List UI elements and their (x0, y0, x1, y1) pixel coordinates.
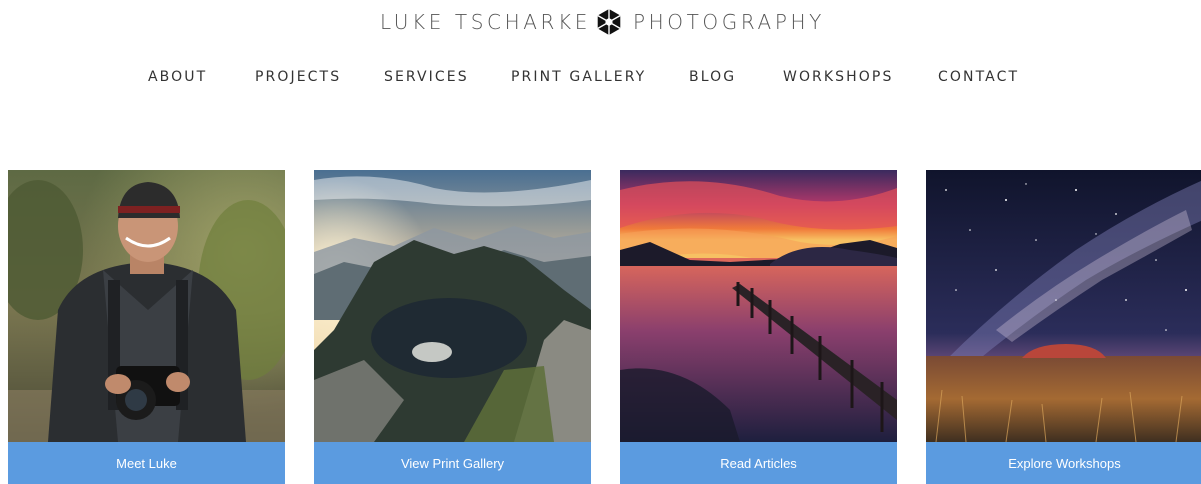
nav-item-contact[interactable]: CONTACT (938, 66, 1019, 88)
card-meet-luke: Meet Luke (8, 170, 285, 484)
nav-item-projects[interactable]: PROJECTS (255, 66, 341, 88)
mountain-lake-photo (314, 170, 591, 442)
card-read-articles: Read Articles (620, 170, 897, 484)
explore-workshops-button[interactable]: Explore Workshops (926, 442, 1201, 484)
site-logo[interactable]: LUKE TSCHARKE PHOTOGRAPHY (380, 6, 840, 38)
read-articles-button[interactable]: Read Articles (620, 442, 897, 484)
card-print-gallery: View Print Gallery (314, 170, 591, 484)
nav-item-about[interactable]: ABOUT (148, 66, 207, 88)
main-nav: ABOUT PROJECTS SERVICES PRINT GALLERY BL… (0, 66, 1201, 90)
milky-way-image[interactable] (926, 170, 1201, 442)
aperture-logo-icon (597, 9, 621, 35)
nav-item-workshops[interactable]: WORKSHOPS (783, 66, 893, 88)
nav-item-blog[interactable]: BLOG (689, 66, 736, 88)
brand-name-right: PHOTOGRAPHY (632, 10, 825, 34)
meet-luke-button[interactable]: Meet Luke (8, 442, 285, 484)
photographer-portrait-image[interactable] (8, 170, 285, 442)
view-print-gallery-button[interactable]: View Print Gallery (314, 442, 591, 484)
nav-item-services[interactable]: SERVICES (384, 66, 469, 88)
sunset-jetty-photo (620, 170, 897, 442)
brand-name-left: LUKE TSCHARKE (380, 10, 591, 34)
mountain-lake-image[interactable] (314, 170, 591, 442)
site-header: LUKE TSCHARKE PHOTOGRAPHY (0, 0, 1201, 44)
sunset-jetty-image[interactable] (620, 170, 897, 442)
milky-way-photo (926, 170, 1201, 442)
photographer-portrait-photo (8, 170, 285, 442)
card-explore-workshops: Explore Workshops (926, 170, 1201, 484)
nav-item-print-gallery[interactable]: PRINT GALLERY (511, 66, 646, 88)
